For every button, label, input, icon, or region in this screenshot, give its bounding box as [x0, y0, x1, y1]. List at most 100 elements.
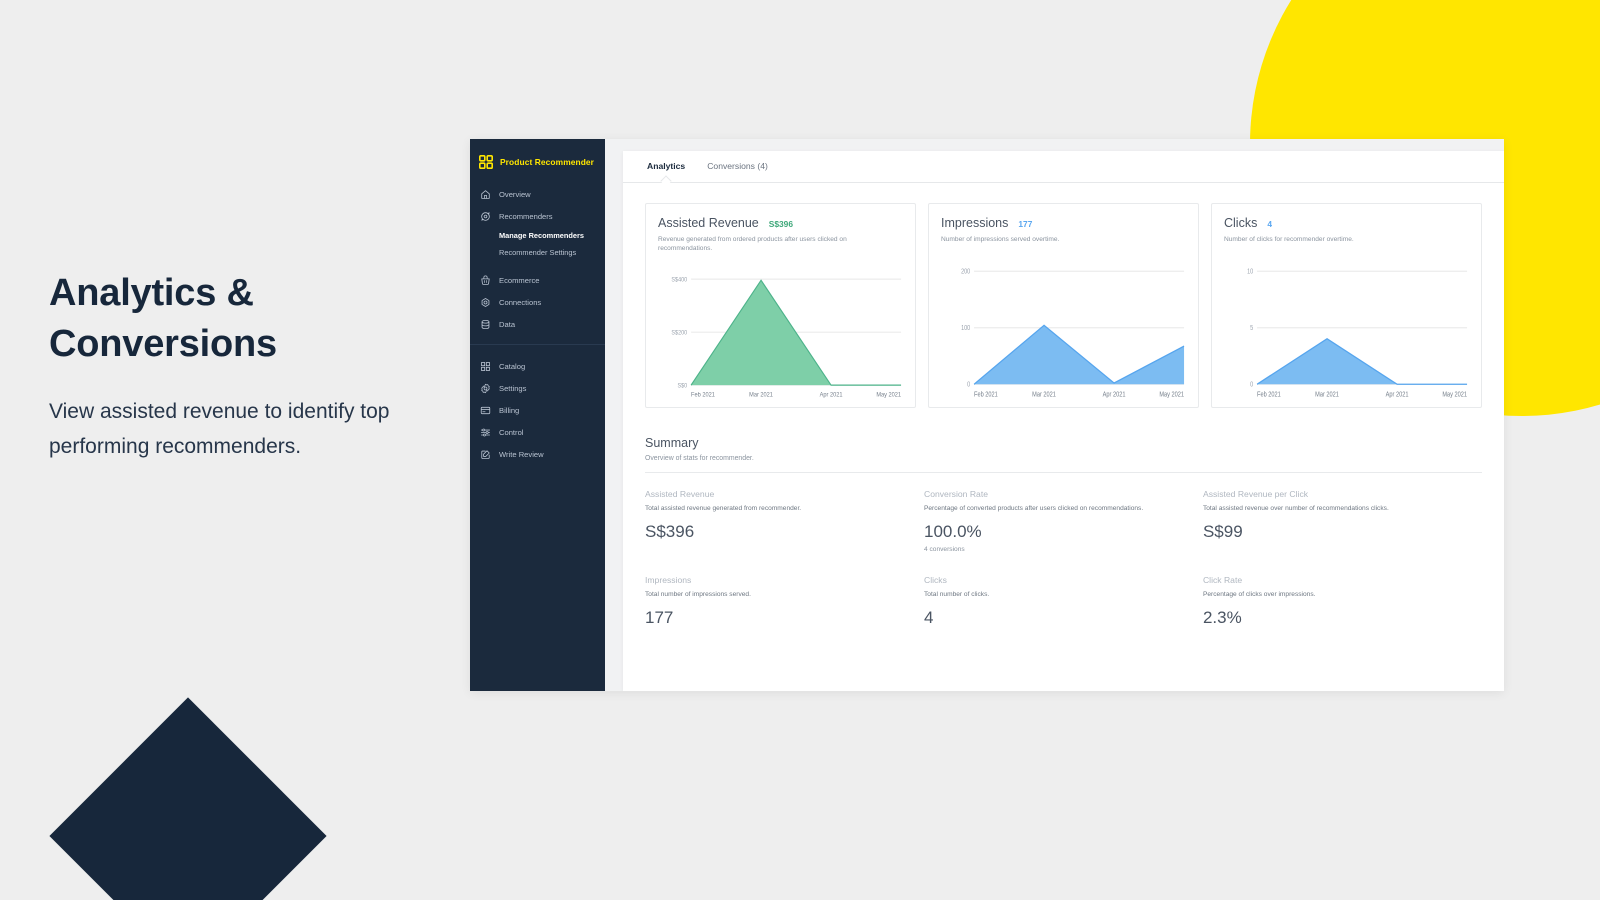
metric-value: 2.3%: [1202, 608, 1242, 627]
metric-value: 100.0%: [923, 522, 982, 541]
chart-plot-area: S$400 S$200 S$0 Feb 2021 Mar 2021 Apr 20…: [658, 263, 903, 399]
xtick-label: Apr 2021: [1103, 391, 1126, 399]
sidebar-subitem-manage-recommenders[interactable]: Manage Recommenders: [470, 227, 605, 244]
chart-title: Clicks: [1224, 216, 1258, 230]
metric-value: 177: [645, 608, 674, 627]
metric-description: Total assisted revenue generated from re…: [645, 505, 802, 512]
xtick-label: Apr 2021: [820, 391, 843, 399]
metric-value: S$396: [645, 522, 695, 541]
content-area: Analytics Conversions (4) Assisted Reven…: [605, 139, 1504, 691]
sidebar: Product Recommender Overview Recommender…: [470, 139, 605, 691]
metric-value: S$99: [1202, 522, 1243, 541]
summary-title: Summary: [645, 436, 699, 450]
recommender-icon: [481, 211, 490, 221]
xtick-label: May 2021: [876, 391, 901, 399]
metric-value: 4: [923, 608, 934, 627]
summary-metrics: Assisted Revenue Total assisted revenue …: [645, 473, 1482, 650]
metric-label: Impressions: [645, 575, 692, 585]
brand[interactable]: Product Recommender: [470, 147, 605, 177]
sliders-icon: [480, 428, 491, 436]
pencil-square-icon: [481, 449, 490, 459]
tab-conversions[interactable]: Conversions (4): [707, 161, 768, 181]
metric-note: 4 conversions: [923, 546, 965, 553]
sidebar-item-ecommerce[interactable]: Ecommerce: [470, 269, 605, 291]
sidebar-item-overview[interactable]: Overview: [470, 183, 605, 205]
chart-headline-value: 177: [1018, 219, 1033, 229]
chart-plot-area: 200 100 0 Feb 2021 Mar 2021 Apr 2021 May…: [941, 254, 1186, 399]
sidebar-subitem-label: Recommender Settings: [499, 248, 577, 257]
metric-label: Click Rate: [1202, 575, 1243, 585]
ytick-label: 200: [961, 268, 971, 276]
assisted-revenue-area-chart: S$400 S$200 S$0 Feb 2021 Mar 2021 Apr 20…: [671, 277, 901, 399]
app-window: Product Recommender Overview Recommender…: [470, 139, 1504, 691]
sidebar-subitem-recommender-settings[interactable]: Recommender Settings: [470, 244, 605, 261]
home-icon: [481, 189, 490, 199]
basket-icon: [481, 275, 490, 285]
xtick-label: Feb 2021: [974, 391, 998, 399]
chart-header: Clicks 4: [1224, 216, 1469, 230]
sidebar-item-label: Ecommerce: [499, 275, 540, 285]
chart-subtitle: Number of impressions served overtime.: [941, 236, 1060, 243]
sidebar-item-billing[interactable]: Billing: [470, 399, 605, 421]
metric-assisted-revenue: Assisted Revenue Total assisted revenue …: [645, 489, 924, 553]
sidebar-item-label: Catalog: [499, 361, 526, 371]
metric-description: Total number of clicks.: [923, 591, 990, 598]
sidebar-group-secondary: Catalog Settings Billing Control Write R…: [470, 344, 605, 465]
metric-assisted-revenue-per-click: Assisted Revenue per Click Total assiste…: [1203, 489, 1482, 553]
chart-card-clicks: Clicks 4 Number of clicks for recommende…: [1211, 203, 1482, 408]
gear-icon: [481, 383, 490, 393]
ytick-label: S$0: [677, 383, 687, 389]
decorative-dark-diamond: [49, 697, 327, 900]
metric-label: Assisted Revenue per Click: [1202, 489, 1309, 499]
sidebar-group-primary: Overview Recommenders Manage Recommender…: [470, 177, 605, 335]
chart-headline-value: S$396: [768, 219, 793, 229]
credit-card-icon: [480, 406, 491, 414]
chart-card-assisted-revenue: Assisted Revenue S$396 Revenue generated…: [645, 203, 916, 408]
marketing-body: View assisted revenue to identify top pe…: [49, 400, 390, 458]
ytick-label: 10: [1247, 268, 1254, 276]
sidebar-item-catalog[interactable]: Catalog: [470, 355, 605, 377]
xtick-label: Mar 2021: [1315, 391, 1339, 399]
ytick-label: 0: [1250, 381, 1254, 389]
charts-row: Assisted Revenue S$396 Revenue generated…: [623, 183, 1504, 408]
content-panel: Analytics Conversions (4) Assisted Reven…: [623, 151, 1504, 691]
tab-label: Conversions (4): [707, 161, 768, 171]
sidebar-item-recommenders[interactable]: Recommenders: [470, 205, 605, 227]
ytick-label: S$400: [671, 277, 687, 283]
ytick-label: 0: [967, 381, 971, 389]
grid-squares-icon: [479, 155, 493, 169]
sidebar-item-label: Recommenders: [499, 211, 553, 221]
xtick-label: Mar 2021: [749, 391, 773, 399]
chart-title: Assisted Revenue: [658, 216, 759, 230]
sidebar-item-control[interactable]: Control: [470, 421, 605, 443]
sidebar-item-data[interactable]: Data: [470, 313, 605, 335]
chart-header: Impressions 177: [941, 216, 1186, 230]
tab-analytics[interactable]: Analytics: [647, 161, 685, 181]
sidebar-item-settings[interactable]: Settings: [470, 377, 605, 399]
metric-description: Total number of impressions served.: [645, 591, 751, 598]
xtick-label: Feb 2021: [1257, 391, 1281, 399]
page-title: Analytics & Conversions: [49, 268, 439, 370]
metric-label: Clicks: [923, 575, 947, 585]
sidebar-item-label: Write Review: [499, 449, 544, 459]
xtick-label: Apr 2021: [1386, 391, 1409, 399]
chart-subtitle: Number of clicks for recommender overtim…: [1224, 236, 1354, 243]
ytick-label: 100: [961, 325, 971, 333]
chart-header: Assisted Revenue S$396: [658, 216, 903, 230]
page-title-line1: Analytics &: [49, 272, 254, 314]
metric-label: Conversion Rate: [923, 489, 988, 499]
metric-conversion-rate: Conversion Rate Percentage of converted …: [924, 489, 1203, 553]
catalog-grid-icon: [481, 361, 490, 371]
impressions-area-chart: 200 100 0 Feb 2021 Mar 2021 Apr 2021 May…: [961, 268, 1184, 399]
tab-label: Analytics: [647, 161, 686, 171]
sidebar-item-connections[interactable]: Connections: [470, 291, 605, 313]
metric-description: Percentage of clicks over impressions.: [1202, 591, 1316, 598]
database-icon: [481, 319, 490, 329]
summary-subtitle: Overview of stats for recommender.: [645, 455, 754, 462]
sidebar-item-label: Overview: [499, 189, 531, 199]
sidebar-item-label: Data: [499, 319, 516, 329]
clicks-area-chart: 10 5 0 Feb 2021 Mar 2021 Apr 2021 May 20…: [1247, 268, 1467, 399]
sidebar-item-write-review[interactable]: Write Review: [470, 443, 605, 465]
metric-description: Total assisted revenue over number of re…: [1202, 505, 1389, 512]
xtick-label: Feb 2021: [691, 391, 715, 399]
